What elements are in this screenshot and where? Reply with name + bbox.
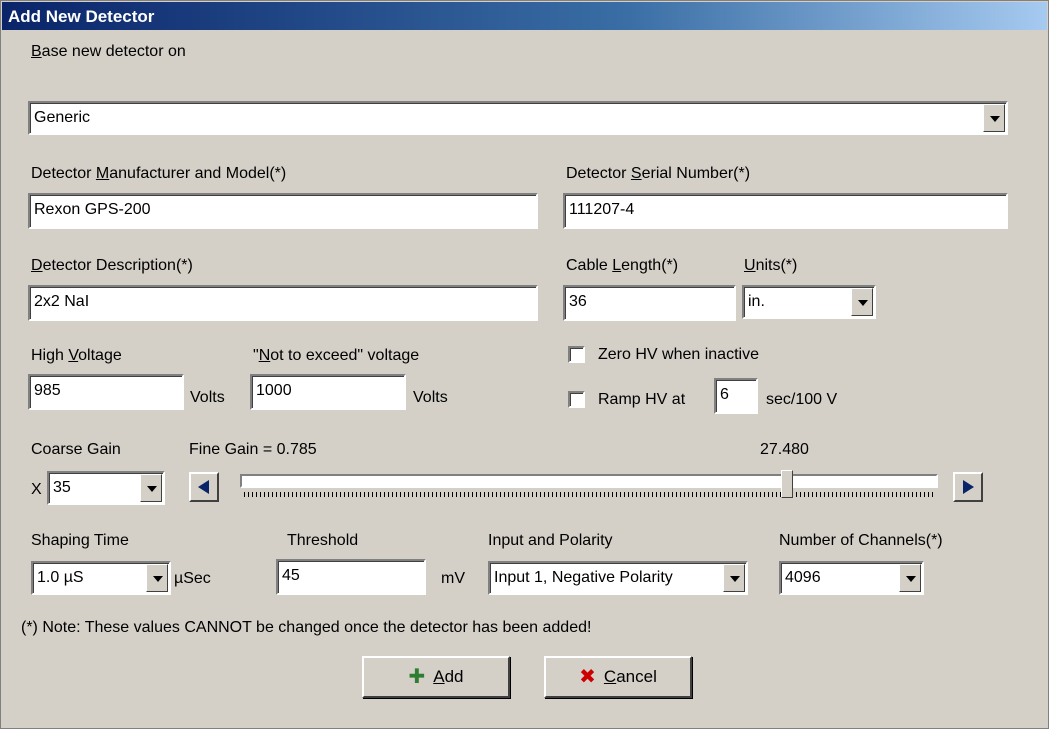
high-voltage-unit: Volts xyxy=(190,389,225,406)
chevron-down-icon[interactable] xyxy=(851,288,873,316)
shaping-time-value: 1.0 µS xyxy=(37,569,84,586)
coarse-gain-value: 35 xyxy=(53,479,71,496)
high-voltage-label: High Voltage xyxy=(31,347,122,364)
coarse-gain-select[interactable]: 35 xyxy=(47,471,165,505)
note-text: (*) Note: These values CANNOT be changed… xyxy=(21,619,592,636)
fine-gain-decrease-button[interactable] xyxy=(189,472,219,502)
zero-hv-label: Zero HV when inactive xyxy=(598,346,759,363)
arrow-right-icon xyxy=(963,480,974,494)
window-title: Add New Detector xyxy=(8,7,155,26)
fine-gain-slider-thumb[interactable] xyxy=(781,470,793,498)
units-label: Units(*) xyxy=(744,257,798,274)
channels-label: Number of Channels(*) xyxy=(779,532,943,549)
channels-value: 4096 xyxy=(785,569,821,586)
chevron-down-icon[interactable] xyxy=(899,564,921,592)
plus-icon: ✚ xyxy=(408,666,426,688)
coarse-gain-label: Coarse Gain xyxy=(31,441,121,458)
shaping-time-label: Shaping Time xyxy=(31,532,129,549)
ramp-hv-checkbox[interactable] xyxy=(568,391,585,408)
manufacturer-input[interactable]: Rexon GPS-200 xyxy=(28,193,538,229)
cable-length-label: Cable Length(*) xyxy=(566,257,679,274)
channels-select[interactable]: 4096 xyxy=(779,561,924,595)
base-detector-label: Base new detector on xyxy=(31,43,186,60)
chevron-down-icon[interactable] xyxy=(146,564,168,592)
max-voltage-input[interactable]: 1000 xyxy=(250,374,406,410)
serial-input[interactable]: 111207-4 xyxy=(563,193,1008,229)
description-input[interactable]: 2x2 NaI xyxy=(28,285,538,321)
input-polarity-select[interactable]: Input 1, Negative Polarity xyxy=(488,561,748,595)
input-polarity-value: Input 1, Negative Polarity xyxy=(494,569,673,586)
base-detector-select[interactable]: Generic xyxy=(28,101,1008,135)
cancel-button[interactable]: ✖ Cancel xyxy=(544,656,692,698)
fine-gain-label: Fine Gain = 0.785 xyxy=(189,441,317,458)
chevron-down-icon[interactable] xyxy=(983,104,1005,132)
chevron-down-icon[interactable] xyxy=(140,474,162,502)
manufacturer-label: Detector Manufacturer and Model(*) xyxy=(31,165,287,182)
add-button[interactable]: ✚ Add xyxy=(362,656,510,698)
close-icon: ✖ xyxy=(579,666,596,688)
description-label: Detector Description(*) xyxy=(31,257,193,274)
threshold-input[interactable]: 45 xyxy=(276,559,426,595)
fine-gain-increase-button[interactable] xyxy=(953,472,983,502)
units-value: in. xyxy=(748,293,765,310)
shaping-time-unit: µSec xyxy=(174,570,211,587)
threshold-label: Threshold xyxy=(287,532,359,549)
shaping-time-select[interactable]: 1.0 µS xyxy=(31,561,171,595)
fine-gain-slider-track[interactable] xyxy=(240,474,938,488)
arrow-left-icon xyxy=(198,480,209,494)
threshold-unit: mV xyxy=(441,570,465,587)
max-voltage-unit: Volts xyxy=(413,389,448,406)
fine-gain-readout: 27.480 xyxy=(760,441,809,458)
high-voltage-input[interactable]: 985 xyxy=(28,374,184,410)
zero-hv-checkbox[interactable] xyxy=(568,346,585,363)
ramp-hv-unit: sec/100 V xyxy=(766,391,838,408)
fine-gain-slider-ticks xyxy=(244,492,934,497)
ramp-hv-label: Ramp HV at xyxy=(598,391,686,408)
ramp-hv-seconds-input[interactable]: 6 xyxy=(714,378,758,414)
chevron-down-icon[interactable] xyxy=(723,564,745,592)
units-select[interactable]: in. xyxy=(742,285,876,319)
coarse-gain-prefix: X xyxy=(31,481,42,498)
cable-length-input[interactable]: 36 xyxy=(563,285,736,321)
input-polarity-label: Input and Polarity xyxy=(488,532,613,549)
serial-label: Detector Serial Number(*) xyxy=(566,165,751,182)
title-bar[interactable]: Add New Detector xyxy=(2,2,1047,30)
base-detector-value: Generic xyxy=(34,109,91,126)
max-voltage-label: "Not to exceed" voltage xyxy=(253,347,420,364)
